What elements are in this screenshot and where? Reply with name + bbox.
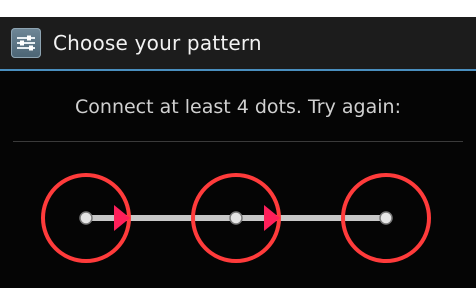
- action-bar: Choose your pattern: [0, 17, 476, 69]
- pattern-dot-1[interactable]: [79, 211, 93, 225]
- settings-sliders-icon[interactable]: [11, 28, 41, 58]
- screen: Choose your pattern Connect at least 4 d…: [0, 0, 476, 288]
- instructions-text: Connect at least 4 dots. Try again:: [75, 96, 401, 118]
- pattern-dot-3[interactable]: [379, 211, 393, 225]
- pattern-dot-2[interactable]: [229, 211, 243, 225]
- page-title: Choose your pattern: [53, 31, 262, 55]
- divider: [13, 141, 463, 142]
- status-strip: [0, 0, 476, 17]
- pattern-grid[interactable]: [0, 150, 476, 288]
- action-bar-divider: [0, 69, 476, 71]
